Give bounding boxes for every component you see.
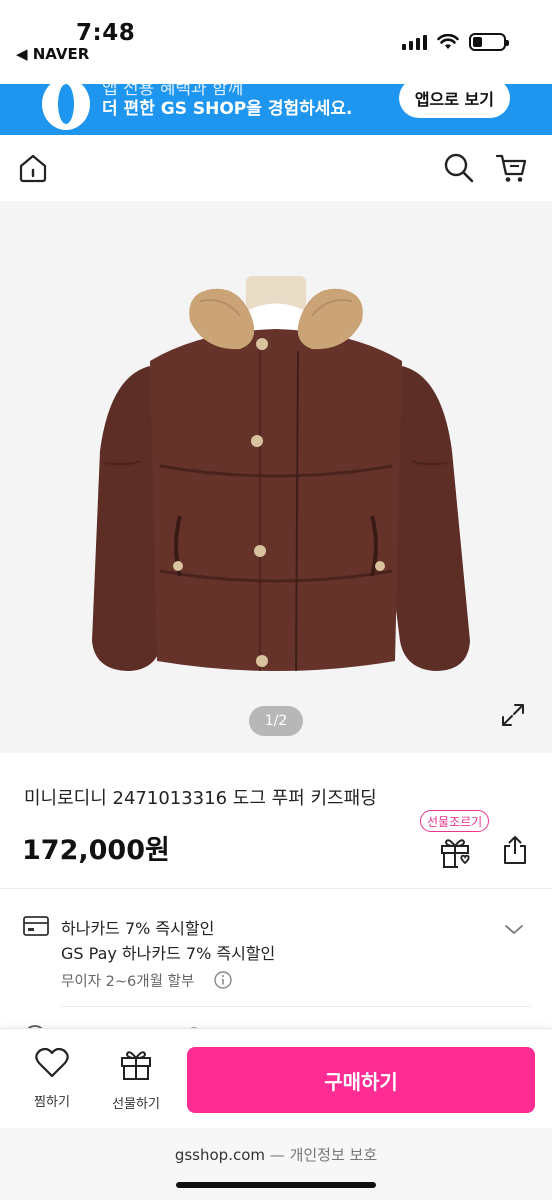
buy-button[interactable]: 구매하기	[187, 1047, 535, 1113]
card-discount-text: 하나카드 7% 즉시할인	[61, 919, 215, 938]
status-bar: 7:48 ◀ NAVER	[0, 0, 552, 84]
home-icon[interactable]	[16, 151, 50, 185]
cart-icon[interactable]	[495, 151, 529, 185]
site-header	[0, 135, 552, 201]
share-icon[interactable]	[500, 834, 530, 866]
gift-icon[interactable]	[438, 834, 472, 870]
info-icon[interactable]	[214, 971, 232, 989]
gift-label: 선물하기	[112, 1097, 160, 1112]
divider	[61, 1006, 530, 1007]
signal-icon	[402, 34, 427, 50]
open-app-button[interactable]: 앱으로 보기	[398, 84, 510, 118]
wifi-icon	[437, 34, 459, 49]
product-title: 미니로디니 2471013316 도그 푸퍼 키즈패딩	[24, 788, 377, 809]
back-to-app-link[interactable]: ◀ NAVER	[16, 45, 89, 63]
browser-url-bar[interactable]: gsshop.com — 개인정보 보호	[0, 1128, 552, 1200]
gift-button[interactable]: 선물하기	[104, 1047, 168, 1117]
heart-icon	[35, 1047, 69, 1078]
gs-shop-logo	[42, 84, 90, 130]
app-install-banner[interactable]: 앱 전용 혜택과 함께 더 편한 GS SHOP을 경험하세요. 앱으로 보기	[0, 84, 552, 135]
chevron-down-icon[interactable]	[503, 920, 525, 938]
gift-request-badge[interactable]: 선물조르기	[420, 810, 490, 832]
bottom-action-bar: 찜하기 선물하기 구매하기	[0, 1028, 552, 1128]
image-counter: 1/2	[249, 706, 303, 736]
status-time: 7:48	[76, 20, 136, 46]
url-domain: gsshop.com	[174, 1146, 266, 1164]
battery-icon	[469, 33, 509, 51]
search-icon[interactable]	[442, 151, 476, 185]
divider	[0, 888, 552, 889]
installment-text: 무이자 2~6개월 할부	[61, 974, 195, 990]
banner-text: 더 편한 GS SHOP을 경험하세요.	[102, 99, 353, 119]
wishlist-label: 찜하기	[34, 1095, 70, 1110]
url-text: gsshop.com — 개인정보 보호	[0, 1144, 552, 1165]
privacy-label: — 개인정보 보호	[269, 1146, 378, 1164]
status-indicators	[402, 33, 509, 51]
credit-card-icon	[23, 916, 49, 936]
gspay-discount-text: GS Pay 하나카드 7% 즉시할인	[61, 944, 276, 963]
home-indicator[interactable]	[176, 1182, 376, 1188]
wishlist-button[interactable]: 찜하기	[22, 1047, 82, 1117]
product-image[interactable]	[0, 201, 552, 753]
expand-icon[interactable]	[500, 702, 526, 728]
product-price: 172,000원	[22, 835, 170, 866]
gift-box-icon	[121, 1051, 151, 1080]
puffer-jacket-image	[92, 276, 470, 672]
